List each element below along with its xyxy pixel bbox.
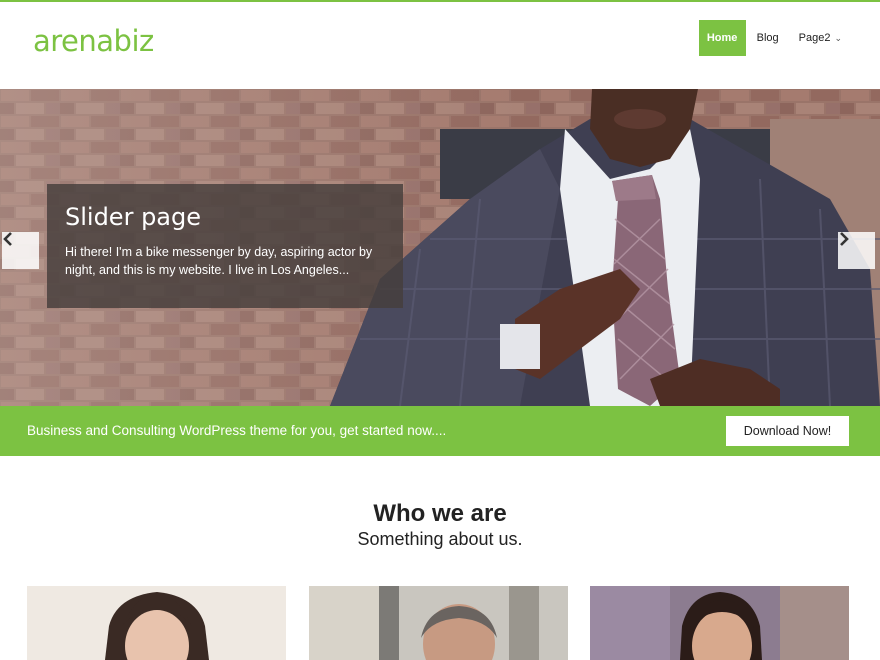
nav-item-page2[interactable]: Page2 ⌄ — [789, 20, 852, 56]
team-card-image[interactable] — [309, 586, 568, 660]
nav-item-home[interactable]: Home — [698, 20, 746, 56]
slider-title: Slider page — [65, 203, 202, 231]
nav-item-page2-label: Page2 — [798, 32, 831, 44]
slider-caption: Slider page Hi there! I'm a bike messeng… — [47, 184, 403, 308]
site-header: arenabiz Home Blog Page2 ⌄ — [0, 2, 880, 89]
team-card-image[interactable] — [590, 586, 849, 660]
chevron-down-icon: ⌄ — [834, 33, 842, 43]
cta-text: Business and Consulting WordPress theme … — [27, 423, 447, 438]
nav-item-blog[interactable]: Blog — [747, 20, 789, 56]
section-title: Who we are — [373, 500, 507, 527]
team-photo — [27, 586, 286, 660]
chevron-right-icon — [840, 232, 849, 246]
team-card-image[interactable] — [27, 586, 286, 660]
section-subtitle: Something about us. — [357, 529, 523, 549]
slider-text: Hi there! I'm a bike messenger by day, a… — [65, 245, 373, 277]
main-nav: Home Blog Page2 ⌄ — [698, 20, 852, 56]
slider-next-button[interactable] — [838, 232, 875, 269]
download-now-button[interactable]: Download Now! — [726, 416, 849, 446]
hero-slider: Slider page Hi there! I'm a bike messeng… — [0, 89, 880, 406]
cta-bar: Business and Consulting WordPress theme … — [0, 406, 880, 456]
slider-prev-button[interactable] — [2, 232, 39, 269]
team-photo — [309, 586, 568, 660]
team-photo — [590, 586, 849, 660]
site-logo[interactable]: arenabiz — [33, 24, 154, 58]
chevron-left-icon — [3, 232, 12, 246]
